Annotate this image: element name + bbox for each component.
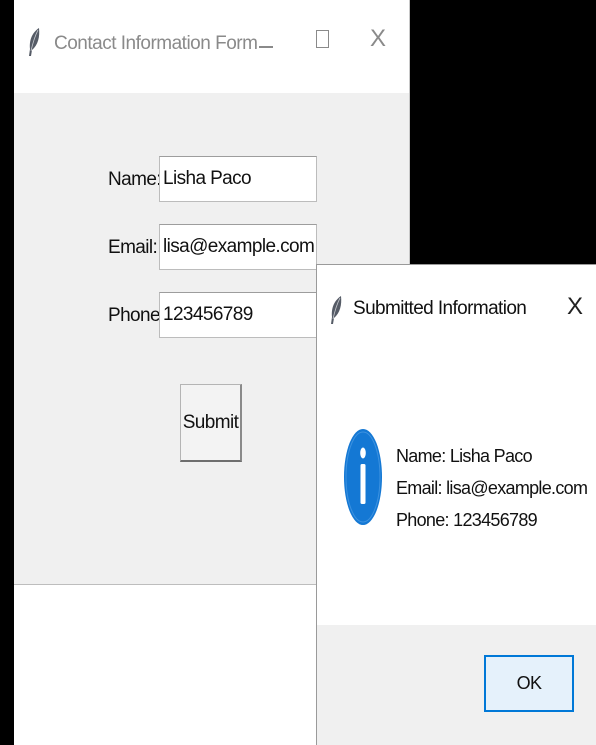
maximize-icon[interactable] [316,30,329,48]
dialog-message: Name: Lisha Paco Email: lisa@example.com… [396,440,588,536]
main-titlebar[interactable]: Contact Information Form X [14,0,409,93]
feather-icon [29,28,40,56]
message-line-name: Name: Lisha Paco [396,446,533,466]
message-line-email: Email: lisa@example.com [396,478,588,498]
name-label: Name: [108,169,162,190]
window-title: Contact Information Form [54,33,258,54]
feather-icon [331,296,342,324]
phone-label: Phone: [108,305,165,326]
dialog-footer: OK [317,625,596,745]
dialog-title: Submitted Information [353,298,527,319]
close-icon[interactable]: X [567,295,583,319]
desktop-background [14,585,317,745]
email-label: Email: [108,237,158,258]
phone-input[interactable] [159,292,317,338]
minimize-icon[interactable] [259,46,273,48]
message-line-phone: Phone: 123456789 [396,510,538,530]
ok-button[interactable]: OK [484,655,574,712]
close-icon[interactable]: X [370,27,386,51]
email-input[interactable] [159,224,317,270]
screen: Contact Information Form X Name: Email: … [0,0,596,745]
submit-button[interactable]: Submit [180,384,242,462]
name-input[interactable] [159,156,317,202]
info-icon [344,429,382,525]
submitted-info-dialog: Submitted Information X Name: Lisha Paco… [316,264,596,745]
